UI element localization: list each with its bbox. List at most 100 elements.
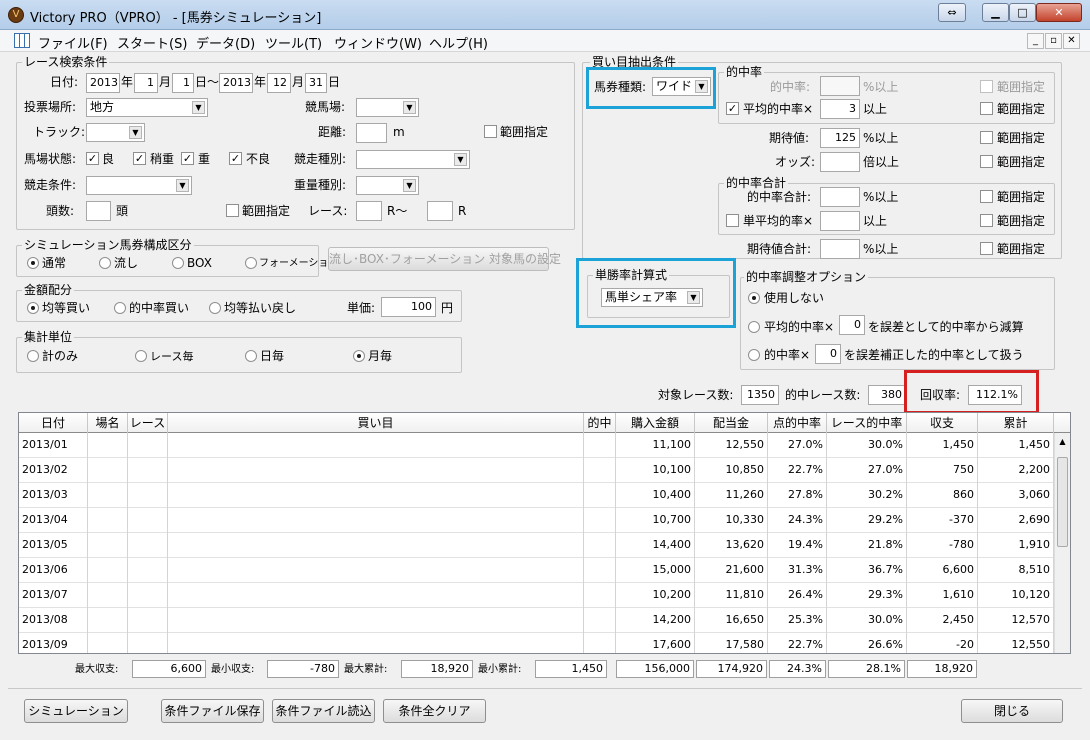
results-table[interactable]: 日付 場名 レース 買い目 的中 購入金額 配当金 点的中率 レース的中率 収支 累計 2013/0… — [18, 412, 1071, 654]
cond-bad-checkbox[interactable]: ✓ — [229, 152, 242, 165]
col-header-race-hit-rate[interactable]: レース的中率 — [827, 413, 907, 433]
hit-total-range-checkbox[interactable] — [980, 190, 993, 203]
race-cond-select[interactable]: ▼ — [86, 176, 192, 195]
menu-data[interactable]: データ(D) — [196, 33, 255, 52]
hit-total-field[interactable] — [820, 187, 860, 207]
col-header-venue[interactable]: 場名 — [88, 413, 128, 433]
table-row[interactable]: 2013/02 10,100 10,850 22.7% 27.0% 750 2,200 — [19, 458, 1054, 483]
single-avg-range-checkbox[interactable] — [980, 214, 993, 227]
mdi-minimize-icon[interactable]: _ — [1027, 33, 1044, 49]
target-horse-config-button[interactable]: 流し･BOX･フォーメーション 対象馬の設定 — [328, 247, 561, 271]
table-row[interactable]: 2013/06 15,000 21,600 31.3% 36.7% 6,600 8,510 — [19, 558, 1054, 583]
expect-total-range-checkbox[interactable] — [980, 242, 993, 255]
adjust-none-radio[interactable] — [748, 292, 760, 304]
col-header-cumulative[interactable]: 累計 — [978, 413, 1054, 433]
formula-select[interactable]: 馬単シェア率 ▼ — [601, 288, 703, 307]
unit-price-field[interactable]: 100 — [381, 297, 436, 317]
load-conditions-button[interactable]: 条件ファイル読込 — [272, 699, 375, 723]
single-avg-field[interactable] — [820, 211, 860, 231]
table-row[interactable]: 2013/05 14,400 13,620 19.4% 21.8% -780 1,910 — [19, 533, 1054, 558]
table-row[interactable]: 2013/08 14,200 16,650 25.3% 30.0% 2,450 12,570 — [19, 608, 1054, 633]
col-header-balance[interactable]: 収支 — [907, 413, 978, 433]
simulate-button[interactable]: シミュレーション — [24, 699, 128, 723]
table-row[interactable]: 2013/04 10,700 10,330 24.3% 29.2% -370 2,690 — [19, 508, 1054, 533]
sim-normal-radio[interactable] — [27, 257, 39, 269]
table-row[interactable]: 2013/01 11,100 12,550 27.0% 30.0% 1,450 1,450 — [19, 433, 1054, 458]
table-row[interactable]: 2013/07 10,200 11,810 26.4% 29.3% 1,610 10,120 — [19, 583, 1054, 608]
mdi-restore-icon[interactable]: ▫ — [1045, 33, 1062, 49]
venue-select[interactable]: 地方 ▼ — [86, 98, 208, 117]
close-icon[interactable]: ✕ — [1036, 3, 1082, 22]
adjust-subtract-field[interactable]: 0 — [839, 315, 865, 335]
cond-good-label: 良 — [102, 152, 115, 166]
restore-icon[interactable]: ⇔ — [938, 3, 966, 22]
save-conditions-button[interactable]: 条件ファイル保存 — [161, 699, 264, 723]
weight-select[interactable]: ▼ — [356, 176, 419, 195]
amount-equal-radio[interactable] — [27, 302, 39, 314]
table-row[interactable]: 2013/03 10,400 11,260 27.8% 30.2% 860 3,060 — [19, 483, 1054, 508]
expect-field[interactable]: 125 — [820, 128, 860, 148]
start-day-field[interactable]: 1 — [172, 73, 194, 93]
menu-start[interactable]: スタート(S) — [117, 33, 187, 52]
hit-rate-field[interactable] — [820, 76, 860, 96]
start-year-field[interactable]: 2013 — [86, 73, 120, 93]
col-header-point-hit-rate[interactable]: 点的中率 — [768, 413, 827, 433]
race-to-field[interactable] — [427, 201, 453, 221]
col-header-date[interactable]: 日付 — [19, 413, 88, 433]
race-type-select[interactable]: ▼ — [356, 150, 470, 169]
adjust-subtract-radio[interactable] — [748, 321, 760, 333]
table-row[interactable]: 2013/09 17,600 17,580 22.7% 26.6% -20 12,550 — [19, 633, 1054, 653]
bet-type-select[interactable]: ワイド ▼ — [652, 77, 711, 96]
single-avg-checkbox[interactable] — [726, 214, 739, 227]
heads-range-checkbox[interactable] — [226, 204, 239, 217]
amount-hitrate-radio[interactable] — [114, 302, 126, 314]
track-select[interactable]: ▼ — [356, 98, 419, 117]
agg-total-radio[interactable] — [27, 350, 39, 362]
amount-equal-payout-radio[interactable] — [209, 302, 221, 314]
adjust-correct-radio[interactable] — [748, 349, 760, 361]
mdi-close-icon[interactable]: ✕ — [1063, 33, 1080, 49]
clear-conditions-button[interactable]: 条件全クリア — [383, 699, 486, 723]
course-select[interactable]: ▼ — [86, 123, 145, 142]
col-header-payout[interactable]: 配当金 — [695, 413, 768, 433]
adjust-correct-field[interactable]: 0 — [815, 344, 841, 364]
cond-heavy-checkbox[interactable]: ✓ — [181, 152, 194, 165]
close-button[interactable]: 閉じる — [961, 699, 1063, 723]
menu-window[interactable]: ウィンドウ(W) — [334, 33, 422, 52]
menu-file[interactable]: ファイル(F) — [38, 33, 108, 52]
col-header-hit[interactable]: 的中 — [584, 413, 616, 433]
race-from-field[interactable] — [356, 201, 382, 221]
distance-field[interactable] — [356, 123, 387, 143]
avg-hit-checkbox[interactable]: ✓ — [726, 102, 739, 115]
vertical-scrollbar[interactable]: ▲ — [1054, 433, 1070, 653]
col-header-combination[interactable]: 買い目 — [168, 413, 584, 433]
end-month-field[interactable]: 12 — [267, 73, 291, 93]
end-year-field[interactable]: 2013 — [219, 73, 253, 93]
avg-hit-field[interactable]: 3 — [820, 99, 860, 119]
expect-total-field[interactable] — [820, 239, 860, 259]
sim-formation-radio[interactable] — [245, 257, 257, 269]
start-month-field[interactable]: 1 — [134, 73, 158, 93]
mdi-doc-icon[interactable] — [14, 33, 30, 48]
hit-rate-range-checkbox[interactable] — [980, 80, 993, 93]
col-header-race[interactable]: レース — [128, 413, 168, 433]
maximize-icon[interactable]: □ — [1009, 3, 1036, 22]
agg-race-radio[interactable] — [135, 350, 147, 362]
expect-range-checkbox[interactable] — [980, 131, 993, 144]
col-header-purchase[interactable]: 購入金額 — [616, 413, 695, 433]
sim-box-radio[interactable] — [172, 257, 184, 269]
heads-field[interactable] — [86, 201, 111, 221]
menu-help[interactable]: ヘルプ(H) — [429, 33, 488, 52]
avg-range-checkbox[interactable] — [980, 102, 993, 115]
agg-month-radio[interactable] — [353, 350, 365, 362]
distance-range-checkbox[interactable] — [484, 125, 497, 138]
odds-range-checkbox[interactable] — [980, 155, 993, 168]
agg-day-radio[interactable] — [245, 350, 257, 362]
cond-good-checkbox[interactable]: ✓ — [86, 152, 99, 165]
end-day-field[interactable]: 31 — [305, 73, 327, 93]
odds-field[interactable] — [820, 152, 860, 172]
sim-nagashi-radio[interactable] — [99, 257, 111, 269]
menu-tool[interactable]: ツール(T) — [265, 33, 322, 52]
cond-slightly-heavy-checkbox[interactable]: ✓ — [133, 152, 146, 165]
minimize-icon[interactable]: ▁ — [982, 3, 1009, 22]
